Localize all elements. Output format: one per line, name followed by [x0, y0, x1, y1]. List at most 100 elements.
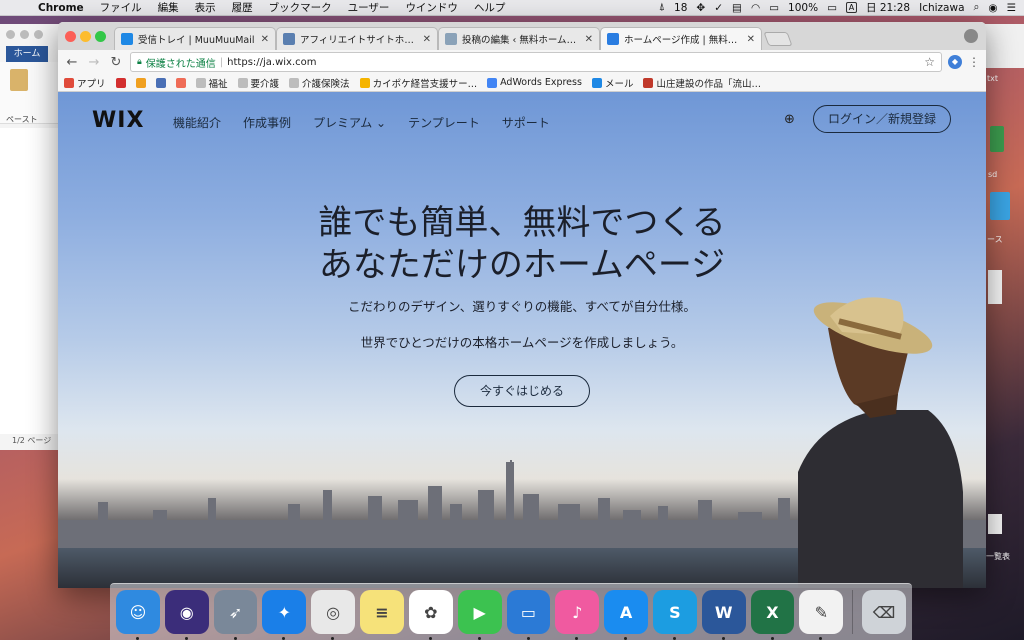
dock-appstore-icon[interactable]: A — [604, 590, 648, 640]
close-window-button[interactable] — [65, 31, 76, 42]
bookmark-apps[interactable]: アプリ — [64, 76, 106, 90]
input-mode-icon[interactable]: A — [845, 2, 857, 13]
profile-icon[interactable] — [964, 29, 978, 43]
bookmark-label: アプリ — [77, 78, 106, 90]
extension-icon[interactable]: ◆ — [948, 55, 962, 69]
clipboard-icon[interactable]: ▤ — [732, 2, 742, 14]
dock-keynote-icon[interactable]: ▭ — [506, 590, 551, 640]
nav-premium[interactable]: プレミアム ⌄ — [313, 114, 386, 131]
dock-chrome-icon[interactable]: ◎ — [311, 590, 356, 640]
wix-logo[interactable]: WIX — [92, 108, 144, 133]
menu-app-name[interactable]: Chrome — [30, 2, 92, 14]
address-bar[interactable]: 🔒︎ 保護された通信 | https://ja.wix.com ☆ — [130, 52, 942, 72]
spotlight-icon[interactable]: ⌕ — [974, 1, 980, 14]
a-logo-icon — [135, 77, 146, 88]
paste-icon[interactable] — [10, 69, 28, 91]
bookmark-label: 要介護 — [250, 78, 280, 90]
bookmark-star-icon[interactable]: ☆ — [924, 55, 935, 69]
wix-hero-page: WIX 機能紹介 作成事例 プレミアム ⌄ テンプレート サポート ⊕ ログイン… — [58, 92, 986, 588]
bookmark-wordpress[interactable] — [155, 77, 166, 88]
hero-subtext-2: 世界でひとつだけの本格ホームページを作成しましょう。 — [360, 335, 684, 350]
bg-blue-folder-icon — [990, 192, 1010, 220]
page-icon — [237, 77, 248, 88]
notification-center-icon[interactable]: ☰ — [1007, 2, 1016, 14]
tab-close-icon[interactable]: ✕ — [585, 34, 593, 45]
bookmark-asana[interactable] — [175, 77, 186, 88]
background-right-fragments: txt sd ース 一覧表 — [984, 24, 1024, 564]
tab-close-icon[interactable]: ✕ — [261, 34, 269, 45]
dock-photos-icon[interactable]: ✿ — [408, 590, 453, 640]
wordpress-favicon-icon — [283, 33, 295, 45]
nav-support[interactable]: サポート — [502, 114, 550, 131]
battery-icon[interactable]: ▭ — [827, 2, 837, 14]
dock-textedit-icon[interactable]: ✎ — [799, 590, 844, 640]
wix-favicon-icon — [607, 33, 619, 45]
bookmark-care-level[interactable]: 要介護 — [237, 76, 280, 90]
menu-edit[interactable]: 編集 — [150, 0, 187, 15]
bookmark-adwords[interactable]: AdWords Express — [487, 77, 582, 88]
dock-itunes-icon[interactable]: ♪ — [555, 590, 600, 640]
bookmark-yamasho[interactable]: 山庄建設の作品「流山… — [643, 76, 761, 90]
bg-doc-fragment-2 — [988, 514, 1002, 534]
bookmark-mail[interactable]: メール — [591, 76, 633, 90]
bookmark-amazon-assoc[interactable] — [135, 77, 146, 88]
bookmark-care-insurance[interactable]: 介護保険法 — [289, 76, 350, 90]
adobe-icon[interactable]: ⍋ — [659, 1, 665, 14]
dock-word-icon[interactable]: W — [701, 590, 746, 640]
menu-bookmarks[interactable]: ブックマーク — [261, 0, 340, 15]
dock-finder-icon[interactable]: ☺ — [116, 590, 160, 640]
bookmark-label: 介護保険法 — [302, 78, 350, 90]
start-now-button[interactable]: 今すぐはじめる — [454, 375, 590, 407]
menu-help[interactable]: ヘルプ — [466, 0, 514, 15]
tab-edit-post[interactable]: 投稿の編集 ‹ 無料ホームページ作成 ✕ — [438, 27, 600, 50]
menu-people[interactable]: ユーザー — [340, 0, 398, 15]
bookmark-label: 福祉 — [208, 78, 228, 90]
dock-siri-icon[interactable]: ◉ — [164, 590, 209, 640]
zoom-window-button[interactable] — [95, 31, 106, 42]
dock-excel-icon[interactable]: X — [750, 590, 795, 640]
menu-window[interactable]: ウインドウ — [397, 0, 466, 15]
macos-menubar: Chrome ファイル 編集 表示 履歴 ブックマーク ユーザー ウインドウ ヘ… — [0, 0, 1024, 16]
dock-skype-icon[interactable]: S — [652, 590, 697, 640]
clock[interactable]: 日 21:28 — [866, 0, 910, 15]
check-icon[interactable]: ✓ — [714, 2, 723, 14]
tab-close-icon[interactable]: ✕ — [747, 34, 755, 45]
airplay-icon[interactable]: ▭ — [769, 2, 779, 14]
siri-menubar-icon[interactable]: ◉ — [988, 2, 997, 14]
bookmark-label: 山庄建設の作品「流山… — [656, 78, 761, 90]
login-signup-button[interactable]: ログイン／新規登録 — [813, 105, 951, 133]
dock-trash-icon[interactable]: ⌫ — [862, 590, 906, 634]
language-globe-icon[interactable]: ⊕ — [784, 112, 795, 127]
user-name[interactable]: Ichizawa — [919, 2, 964, 14]
menu-view[interactable]: 表示 — [187, 0, 224, 15]
word-home-tab[interactable]: ホーム — [6, 46, 48, 62]
reload-icon[interactable]: ↻ — [108, 55, 124, 70]
bookmark-welfare[interactable]: 福祉 — [195, 76, 228, 90]
bookmark-a8[interactable] — [115, 77, 126, 88]
tab-close-icon[interactable]: ✕ — [423, 34, 431, 45]
background-word-window[interactable]: ホーム ペースト 1/2 ページ — [0, 24, 62, 450]
tab-wix-homepage[interactable]: ホームページ作成 | 無料ホームペー ✕ — [600, 27, 762, 50]
chrome-menu-icon[interactable]: ⋮ — [968, 55, 980, 69]
back-arrow-icon[interactable]: ← — [64, 55, 80, 70]
menu-file[interactable]: ファイル — [92, 0, 150, 15]
dock-safari-icon[interactable]: ✦ — [262, 590, 307, 640]
hero-headline-line-1: 誰でも簡単、無料でつくる — [318, 203, 726, 243]
tab-muumuu-mail[interactable]: 受信トレイ | MuuMuuMail ✕ — [114, 27, 276, 50]
minimize-window-button[interactable] — [80, 31, 91, 42]
nav-examples[interactable]: 作成事例 — [243, 114, 291, 131]
wifi-icon[interactable]: ◠ — [751, 2, 760, 14]
forward-arrow-icon[interactable]: → — [86, 55, 102, 70]
nav-features[interactable]: 機能紹介 — [173, 114, 221, 131]
dock-facetime-icon[interactable]: ▶ — [457, 590, 502, 640]
new-tab-button[interactable] — [763, 32, 793, 46]
bookmark-kaipoke[interactable]: カイポケ経営支援サー… — [359, 76, 477, 90]
url-text[interactable]: https://ja.wix.com — [227, 57, 316, 68]
menu-history[interactable]: 履歴 — [224, 0, 261, 15]
dock-notes-icon[interactable]: ≡ — [360, 590, 404, 634]
word-document-area[interactable] — [0, 128, 62, 434]
tab-affiliate-home[interactable]: アフィリエイトサイトホーム ✕ — [276, 27, 438, 50]
nav-templates[interactable]: テンプレート — [408, 114, 480, 131]
dock-launchpad-icon[interactable]: ➶ — [213, 590, 258, 640]
dropbox-icon[interactable]: ✥ — [696, 2, 705, 14]
